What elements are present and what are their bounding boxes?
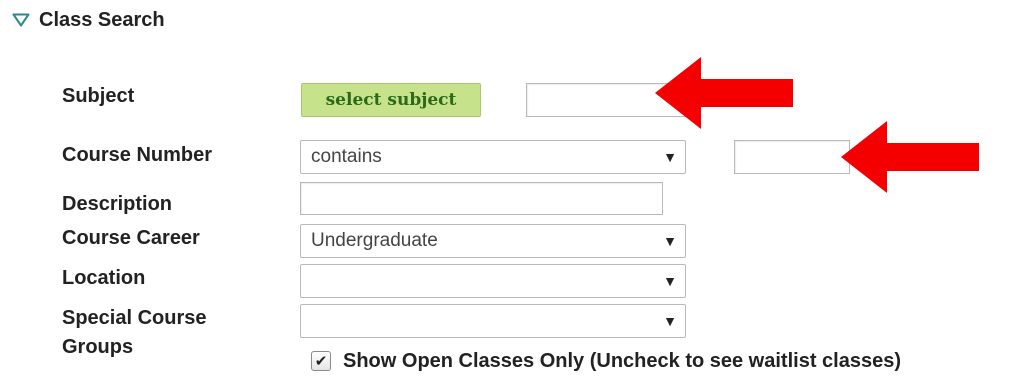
select-subject-button[interactable]: select subject bbox=[301, 83, 481, 117]
subject-label: Subject bbox=[62, 85, 135, 107]
dropdown-arrow-icon: ▼ bbox=[663, 273, 677, 289]
course-career-value: Undergraduate bbox=[311, 230, 438, 251]
section-title: Class Search bbox=[39, 8, 165, 31]
dropdown-arrow-icon: ▼ bbox=[663, 233, 677, 249]
checkmark-icon: ✔ bbox=[314, 352, 328, 370]
course-number-input[interactable] bbox=[734, 140, 850, 174]
dropdown-arrow-icon: ▼ bbox=[663, 313, 677, 329]
location-label: Location bbox=[62, 267, 146, 289]
course-number-operator-value: contains bbox=[311, 146, 382, 167]
location-select[interactable]: ▼ bbox=[300, 264, 686, 298]
triangle-down-icon[interactable] bbox=[12, 13, 30, 27]
red-arrow-icon bbox=[841, 121, 979, 193]
special-course-groups-label-line2: Groups bbox=[62, 336, 134, 358]
special-course-groups-select[interactable]: ▼ bbox=[300, 304, 686, 338]
special-course-groups-label: Special Course Groups bbox=[62, 304, 282, 362]
description-input[interactable] bbox=[300, 182, 663, 215]
open-classes-label[interactable]: Show Open Classes Only (Uncheck to see w… bbox=[343, 348, 901, 374]
course-number-operator-select[interactable]: contains ▼ bbox=[300, 140, 686, 174]
course-career-label: Course Career bbox=[62, 227, 200, 249]
description-label: Description bbox=[62, 193, 173, 215]
special-course-groups-label-line1: Special Course bbox=[62, 307, 207, 329]
red-arrow-icon bbox=[655, 57, 793, 129]
open-classes-checkbox[interactable]: ✔ bbox=[311, 351, 331, 371]
class-search-header[interactable]: Class Search bbox=[12, 6, 165, 34]
course-number-label: Course Number bbox=[62, 144, 213, 166]
course-career-select[interactable]: Undergraduate ▼ bbox=[300, 224, 686, 258]
dropdown-arrow-icon: ▼ bbox=[663, 149, 677, 165]
